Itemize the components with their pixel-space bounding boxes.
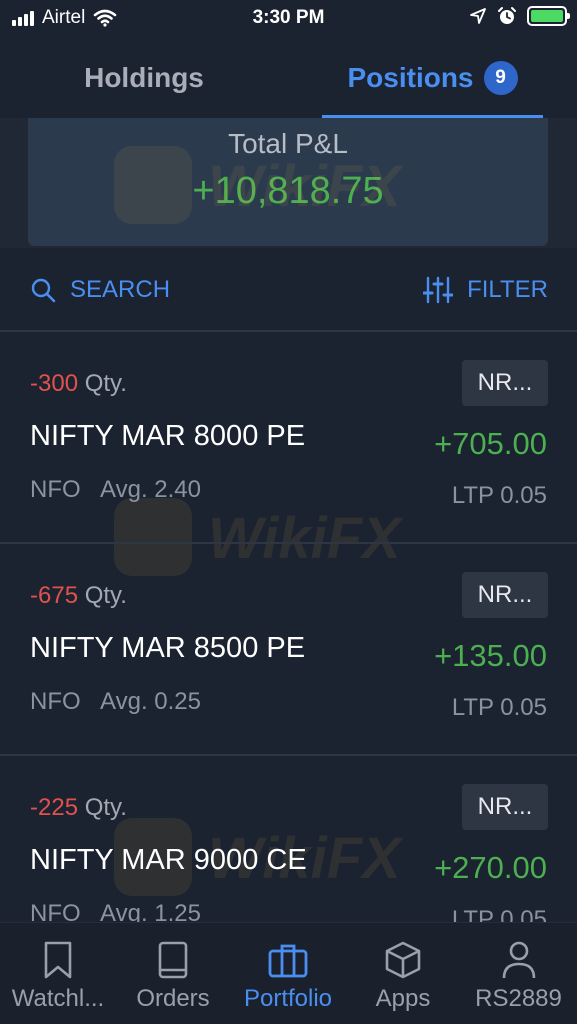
qty-value: -675 <box>30 582 79 609</box>
qty-label: Qty. <box>84 582 127 609</box>
position-symbol: NIFTY MAR 9000 CE <box>30 844 307 876</box>
tab-positions-label: Positions <box>347 62 474 93</box>
battery-icon <box>527 6 570 26</box>
ltp-value: LTP 0.05 <box>451 694 547 721</box>
product-badge: NR... <box>462 360 548 406</box>
tab-orders-label: Orders <box>136 985 210 1012</box>
position-meta: NFO Avg. 0.25 <box>30 688 201 716</box>
summary-section: Total P&L +10,818.75 <box>0 118 577 248</box>
tab-positions[interactable]: Positions 9 <box>322 38 543 118</box>
exchange-label: NFO <box>30 476 81 503</box>
user-icon <box>501 939 537 981</box>
tab-account[interactable]: RS2889 <box>460 923 577 1024</box>
position-pnl: +270.00 <box>434 850 547 885</box>
tab-portfolio[interactable]: Portfolio <box>230 923 346 1024</box>
qty-value: -225 <box>30 794 79 821</box>
tab-holdings-label: Holdings <box>84 62 204 93</box>
ltp-value: LTP 0.05 <box>451 482 547 509</box>
search-label: SEARCH <box>70 276 171 303</box>
position-meta: NFO Avg. 2.40 <box>30 476 201 504</box>
tab-orders[interactable]: Orders <box>116 923 230 1024</box>
search-icon <box>31 278 56 303</box>
bottom-tab-bar: Watchl... Orders Portfolio Apps RS2889 <box>0 922 577 1024</box>
avg-price: Avg. 1.25 <box>100 900 201 922</box>
qty-label: Qty. <box>84 370 127 397</box>
position-meta: NFO Avg. 1.25 <box>30 900 201 922</box>
position-row[interactable]: -225 Qty. NR... NIFTY MAR 9000 CE +270.0… <box>0 756 577 922</box>
total-pnl-card: Total P&L +10,818.75 <box>28 118 548 246</box>
tab-holdings[interactable]: Holdings <box>0 38 288 118</box>
segment-tabs: Holdings Positions 9 <box>0 38 577 118</box>
status-bar: Airtel 3:30 PM <box>0 0 577 38</box>
search-button[interactable]: SEARCH <box>30 276 170 304</box>
tab-watchlist-label: Watchl... <box>11 985 105 1012</box>
ltp-value: LTP 0.05 <box>451 906 547 922</box>
alarm-icon <box>498 7 516 24</box>
qty-label: Qty. <box>84 794 127 821</box>
position-pnl: +705.00 <box>434 426 547 461</box>
position-symbol: NIFTY MAR 8000 PE <box>30 420 306 452</box>
search-filter-bar: SEARCH FILTER <box>0 262 577 322</box>
exchange-label: NFO <box>30 688 81 715</box>
exchange-label: NFO <box>30 900 81 922</box>
position-row[interactable]: -300 Qty. NR... NIFTY MAR 8000 PE +705.0… <box>0 332 577 544</box>
location-arrow-icon <box>470 8 486 24</box>
filter-label: FILTER <box>467 276 548 303</box>
status-right <box>469 6 570 26</box>
position-qty: -300 Qty. <box>30 370 127 398</box>
avg-price: Avg. 2.40 <box>100 476 201 503</box>
total-pnl-value: +10,818.75 <box>192 170 384 212</box>
position-qty: -225 Qty. <box>30 794 127 822</box>
avg-price: Avg. 0.25 <box>100 688 201 715</box>
product-badge: NR... <box>462 784 548 830</box>
position-row[interactable]: -675 Qty. NR... NIFTY MAR 8500 PE +135.0… <box>0 544 577 756</box>
cube-icon <box>383 939 423 981</box>
briefcase-icon <box>268 939 308 981</box>
positions-list: -300 Qty. NR... NIFTY MAR 8000 PE +705.0… <box>0 332 577 922</box>
total-pnl-label: Total P&L <box>228 128 348 159</box>
position-symbol: NIFTY MAR 8500 PE <box>30 632 306 664</box>
qty-value: -300 <box>30 370 79 397</box>
tab-watchlist[interactable]: Watchl... <box>0 923 116 1024</box>
book-icon <box>157 939 189 981</box>
tab-portfolio-label: Portfolio <box>243 985 333 1012</box>
tab-apps-label: Apps <box>375 985 431 1012</box>
bookmark-icon <box>42 939 74 981</box>
filter-sliders-icon <box>423 276 454 304</box>
position-pnl: +135.00 <box>434 638 547 673</box>
positions-count-badge: 9 <box>483 61 518 95</box>
tab-account-label: RS2889 <box>475 985 562 1012</box>
product-badge: NR... <box>462 572 548 618</box>
position-qty: -675 Qty. <box>30 582 127 610</box>
filter-button[interactable]: FILTER <box>423 276 548 304</box>
tab-apps[interactable]: Apps <box>346 923 460 1024</box>
